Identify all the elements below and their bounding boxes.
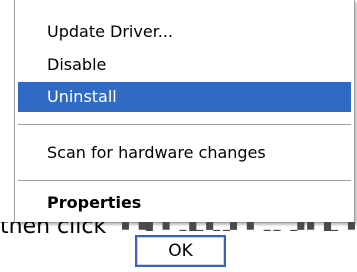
menu-item-label: Scan for hardware changes bbox=[47, 143, 266, 162]
ok-button[interactable]: OK bbox=[135, 235, 226, 267]
menu-item-disable[interactable]: Disable bbox=[18, 50, 351, 80]
menu-separator bbox=[18, 124, 351, 125]
context-menu: Update Driver... Disable Uninstall Scan … bbox=[14, 0, 355, 223]
instruction-text-cut-off: ▘▜▝▗▙▚▞▝▗▖▞▘▙▝▖▜▘▞ bbox=[122, 222, 357, 231]
menu-item-properties[interactable]: Properties bbox=[18, 188, 351, 218]
menu-item-label: Uninstall bbox=[47, 87, 117, 106]
menu-item-uninstall[interactable]: Uninstall bbox=[18, 82, 351, 112]
menu-separator bbox=[18, 180, 351, 181]
menu-item-update-driver[interactable]: Update Driver... bbox=[18, 17, 351, 47]
menu-item-label: Disable bbox=[47, 55, 107, 74]
menu-item-scan-hardware[interactable]: Scan for hardware changes bbox=[18, 138, 351, 168]
menu-item-label: Update Driver... bbox=[47, 22, 174, 41]
menu-item-label: Properties bbox=[47, 193, 142, 212]
